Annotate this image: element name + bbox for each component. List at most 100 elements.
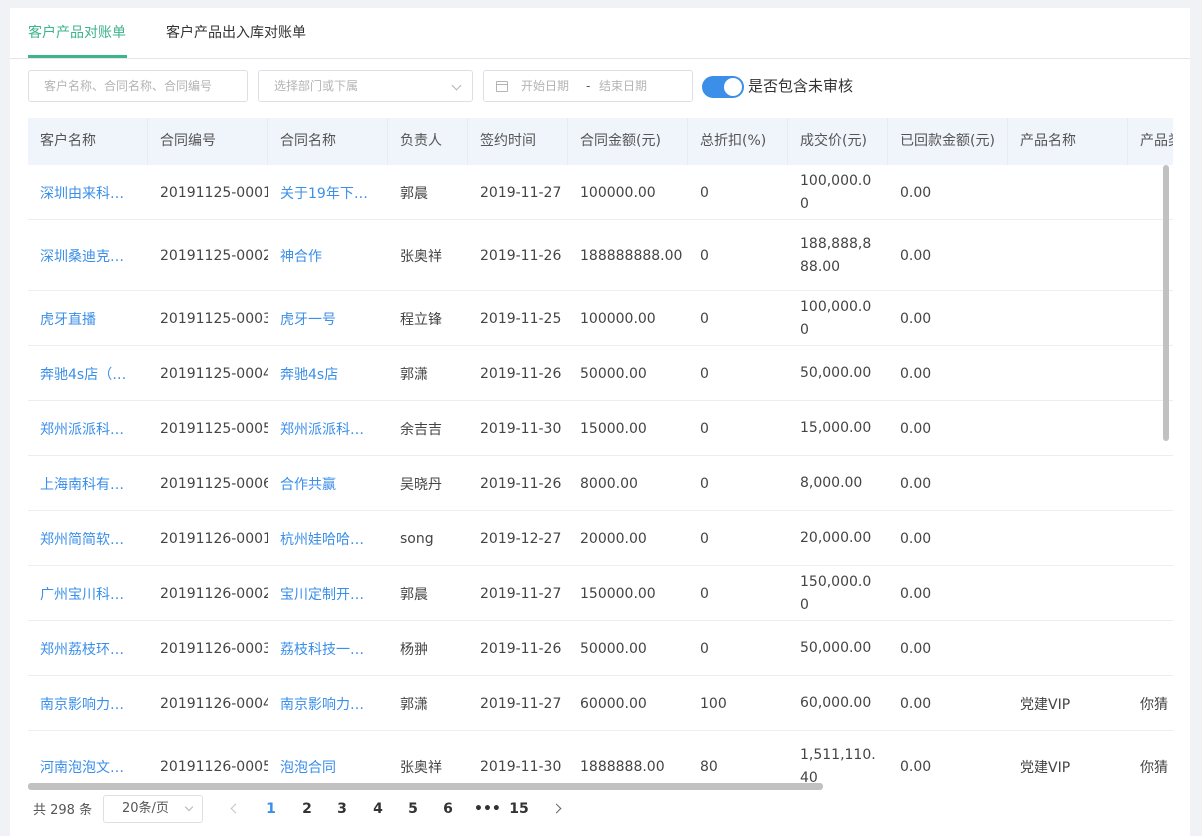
contract-name-link[interactable]: 合作共赢 — [268, 456, 388, 511]
table-cell — [1008, 220, 1128, 291]
customer-name-link[interactable]: 广州宝川科… — [28, 566, 148, 621]
cell-text: 8000.00 — [580, 475, 638, 492]
customer-name-link[interactable]: 郑州荔枝环… — [28, 621, 148, 676]
cell-text: 郭晨 — [400, 586, 428, 603]
contract-name-link[interactable]: 南京影响力… — [268, 676, 388, 731]
cell-text: song — [400, 530, 434, 547]
cell-text: 0.00 — [900, 420, 932, 437]
contract-name-link[interactable]: 郑州派派科… — [268, 401, 388, 456]
page-ellipsis[interactable]: ••• — [474, 795, 501, 823]
column-header: 已回款金额(元) — [888, 118, 1008, 165]
table-cell: 20191126-0001 — [148, 511, 268, 566]
table-row[interactable]: 郑州简简软… 20191126-0001 杭州娃哈哈… song 2019-12-27 2… — [28, 511, 1173, 566]
table-cell: 8,000.00 — [788, 456, 888, 511]
contract-name-link[interactable]: 关于19年下… — [268, 165, 388, 220]
cell-text: 2019-11-25 — [480, 310, 562, 327]
table-cell: 150,000.00 — [788, 566, 888, 621]
cell-text: 0.00 — [900, 247, 932, 264]
customer-name-link[interactable]: 深圳由来科… — [28, 165, 148, 220]
table-row[interactable]: 上海南科有… 20191125-0006 合作共赢 吴晓丹 2019-11-26 8000… — [28, 456, 1173, 511]
table-cell: 郭潇 — [388, 346, 468, 401]
cell-text: 荔枝科技一… — [280, 641, 364, 658]
cell-text: 0 — [700, 365, 709, 382]
page-number-button[interactable]: 1 — [261, 795, 281, 823]
cell-text: 100000.00 — [580, 310, 656, 327]
page-size-select[interactable]: 20条/页 — [103, 795, 203, 823]
contract-name-link[interactable]: 奔驰4s店 — [268, 346, 388, 401]
cell-text: 张奥祥 — [400, 759, 442, 776]
cell-text: 党建VIP — [1020, 696, 1071, 713]
table-cell: 20000.00 — [568, 511, 688, 566]
table-row[interactable]: 广州宝川科… 20191126-0002 宝川定制开… 郭晨 2019-11-27 150… — [28, 566, 1173, 621]
page-size-value: 20条/页 — [122, 801, 169, 816]
page-number-button[interactable]: 6 — [438, 795, 458, 823]
date-range-picker[interactable]: 开始日期 - 结束日期 — [483, 70, 693, 102]
cell-text: 上海南科有… — [40, 476, 124, 493]
page-number-button[interactable]: 5 — [403, 795, 423, 823]
cell-text: 50000.00 — [580, 365, 647, 382]
column-header: 成交价(元) — [788, 118, 888, 165]
customer-name-link[interactable]: 郑州简简软… — [28, 511, 148, 566]
cell-text: 南京影响力… — [40, 696, 124, 713]
table-row[interactable]: 深圳桑迪克… 20191125-0002 神合作 张奥祥 2019-11-26 18888… — [28, 220, 1173, 291]
table-row[interactable]: 南京影响力… 20191126-0004 南京影响力… 郭潇 2019-11-27 600… — [28, 676, 1173, 731]
table-cell: 党建VIP — [1008, 731, 1128, 798]
table-cell: 50000.00 — [568, 621, 688, 676]
contract-name-link[interactable]: 虎牙一号 — [268, 291, 388, 346]
tab-customer-product-inout-statement[interactable]: 客户产品出入库对账单 — [166, 8, 306, 59]
vertical-scrollbar[interactable] — [1163, 165, 1169, 441]
contract-name-link[interactable]: 神合作 — [268, 220, 388, 291]
column-header: 客户名称 — [28, 118, 148, 165]
cell-text: 关于19年下… — [280, 185, 368, 202]
table-cell: 100,000.00 — [788, 165, 888, 220]
contract-name-link[interactable]: 荔枝科技一… — [268, 621, 388, 676]
table-cell: 20191125-0005 — [148, 401, 268, 456]
table-cell: 0.00 — [888, 291, 1008, 346]
customer-name-link[interactable]: 奔驰4s店（… — [28, 346, 148, 401]
cell-text: 郑州派派科… — [40, 421, 124, 438]
table-cell: 100,000.00 — [788, 291, 888, 346]
page-number-button[interactable]: 4 — [368, 795, 388, 823]
cell-text: 2019-11-26 — [480, 640, 562, 657]
next-page-icon[interactable] — [551, 803, 562, 814]
table-row[interactable]: 郑州派派科… 20191125-0005 郑州派派科… 余吉吉 2019-11-30 15… — [28, 401, 1173, 456]
cell-text: 宝川定制开… — [280, 586, 364, 603]
table-row[interactable]: 深圳由来科… 20191125-0001 关于19年下… 郭晨 2019-11-27 10… — [28, 165, 1173, 220]
cell-text: 深圳由来科… — [40, 185, 124, 202]
table-cell: 188888888.00 — [568, 220, 688, 291]
customer-name-link[interactable]: 深圳桑迪克… — [28, 220, 148, 291]
page-number-button[interactable]: 15 — [509, 795, 529, 823]
contract-name-link[interactable]: 宝川定制开… — [268, 566, 388, 621]
customer-name-link[interactable]: 虎牙直播 — [28, 291, 148, 346]
table-cell: 0.00 — [888, 165, 1008, 220]
cell-text: 0 — [700, 530, 709, 547]
table-cell: 20,000.00 — [788, 511, 888, 566]
customer-name-link[interactable]: 南京影响力… — [28, 676, 148, 731]
page-number-button[interactable]: 2 — [297, 795, 317, 823]
include-unaudited-toggle[interactable] — [702, 76, 744, 98]
table-cell: 20191126-0002 — [148, 566, 268, 621]
calendar-icon — [496, 81, 508, 92]
page-number-button[interactable]: 3 — [332, 795, 352, 823]
cell-text: 虎牙直播 — [40, 311, 96, 328]
customer-name-link[interactable]: 上海南科有… — [28, 456, 148, 511]
customer-search-input[interactable]: 客户名称、合同名称、合同编号 — [28, 70, 248, 102]
table-row[interactable]: 奔驰4s店（… 20191125-0004 奔驰4s店 郭潇 2019-11-26 500… — [28, 346, 1173, 401]
table-cell: 0 — [688, 346, 788, 401]
department-select[interactable]: 选择部门或下属 — [258, 70, 473, 102]
tab-customer-product-statement[interactable]: 客户产品对账单 — [28, 8, 126, 59]
table-row[interactable]: 郑州荔枝环… 20191126-0003 荔枝科技一… 杨翀 2019-11-26 500… — [28, 621, 1173, 676]
prev-page-icon[interactable] — [230, 803, 241, 814]
customer-name-link[interactable]: 郑州派派科… — [28, 401, 148, 456]
horizontal-scrollbar[interactable] — [28, 783, 823, 790]
table-cell: song — [388, 511, 468, 566]
cell-text: 100000.00 — [580, 184, 656, 201]
cell-text: 20191125-0004 — [160, 365, 268, 382]
table-cell — [1008, 456, 1128, 511]
contract-name-link[interactable]: 杭州娃哈哈… — [268, 511, 388, 566]
table-row[interactable]: 虎牙直播 20191125-0003 虎牙一号 程立锋 2019-11-25 100000… — [28, 291, 1173, 346]
table-cell: 0 — [688, 456, 788, 511]
column-header: 负责人 — [388, 118, 468, 165]
cell-text: 河南泡泡文… — [40, 759, 124, 776]
cell-text: 余吉吉 — [400, 421, 442, 438]
